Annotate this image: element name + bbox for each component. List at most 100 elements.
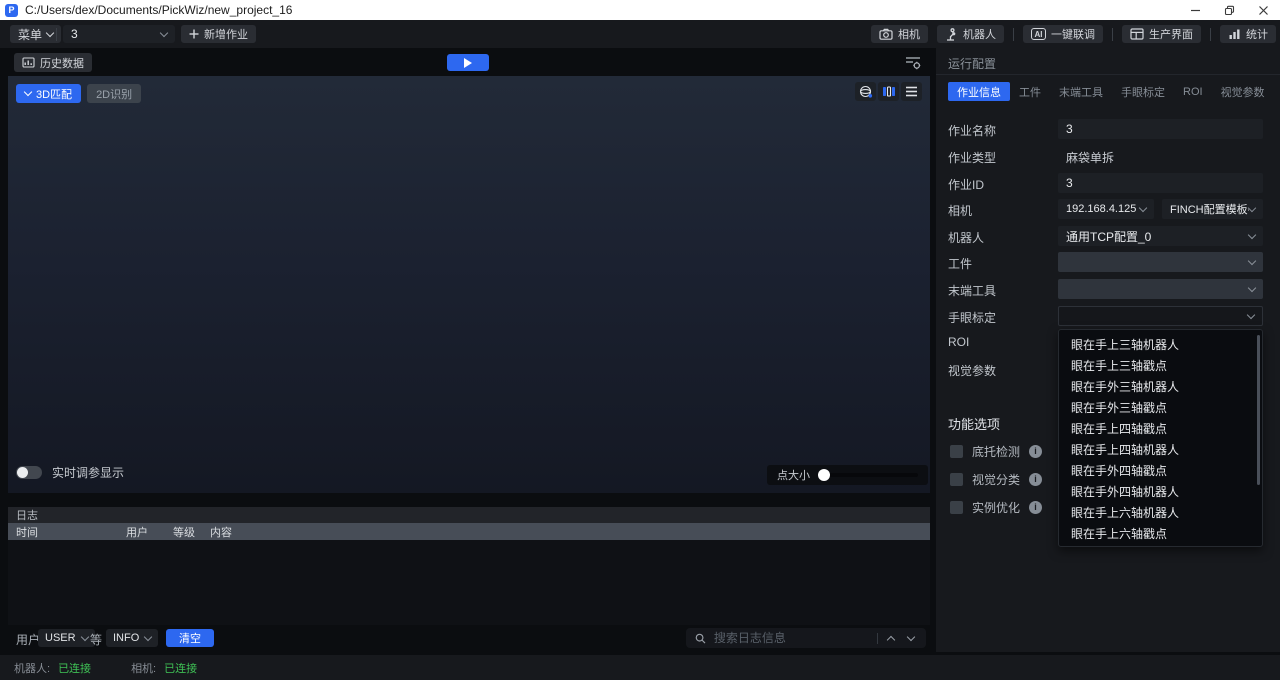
dropdown-option[interactable]: 眼在手外三轴机器人 — [1059, 376, 1262, 397]
log-user-label: 用户 — [16, 631, 40, 648]
info-icon[interactable]: i — [1029, 501, 1042, 514]
workpiece-select[interactable] — [1058, 252, 1263, 272]
search-next-icon[interactable] — [905, 637, 917, 640]
camera-template-select[interactable]: FINCH配置模板- — [1162, 199, 1263, 219]
chevron-down-icon — [46, 28, 54, 36]
chevron-down-icon — [1248, 256, 1256, 264]
app-logo-icon: P — [5, 4, 18, 17]
vision-classify-label: 视觉分类 — [972, 471, 1020, 488]
dropdown-option[interactable]: 眼在手上三轴机器人 — [1059, 334, 1262, 355]
tab-roi[interactable]: ROI — [1174, 82, 1212, 101]
ai-tune-label: 一键联调 — [1051, 26, 1095, 42]
dropdown-option[interactable]: 眼在手上四轴机器人 — [1059, 439, 1262, 460]
tab-job-info[interactable]: 作业信息 — [948, 82, 1010, 101]
dropdown-option[interactable]: 眼在手上六轴机器人 — [1059, 502, 1262, 523]
dropdown-option[interactable]: 眼在手上六轴戳点 — [1059, 523, 1262, 544]
camera-ip-select[interactable]: 192.168.4.125 — [1058, 199, 1154, 219]
dropdown-option[interactable]: 眼在手上四轴戳点 — [1059, 418, 1262, 439]
field-job-id: 作业ID — [936, 173, 1280, 193]
workpiece-field-label: 工件 — [948, 255, 972, 272]
production-screen-button[interactable]: 生产界面 — [1122, 25, 1201, 43]
minimize-icon[interactable] — [1178, 0, 1212, 20]
viewport-tools — [855, 82, 922, 101]
field-camera: 相机 192.168.4.125 FINCH配置模板- — [936, 199, 1280, 219]
hand-eye-dropdown-menu: 眼在手上三轴机器人 眼在手上三轴戳点 眼在手外三轴机器人 眼在手外三轴戳点 眼在… — [1058, 329, 1263, 547]
job-name-input[interactable] — [1058, 119, 1263, 139]
toolbar-divider — [1210, 28, 1211, 41]
play-icon — [464, 58, 472, 68]
log-level-label: 等 — [90, 631, 102, 648]
log-user-filter[interactable]: USER — [38, 629, 95, 647]
job-id-input[interactable] — [1058, 173, 1263, 193]
search-prev-icon[interactable] — [886, 634, 898, 643]
camera-button[interactable]: 相机 — [871, 25, 928, 43]
tab-end-tool[interactable]: 末端工具 — [1050, 82, 1112, 101]
log-col-content: 内容 — [210, 524, 232, 540]
instance-optimize-checkbox[interactable] — [950, 501, 963, 514]
filter-gear-icon — [905, 55, 921, 70]
point-size-control: 点大小 — [767, 465, 928, 485]
stats-icon — [1228, 28, 1241, 40]
log-table-header: 时间 用户 等级 内容 — [8, 523, 930, 540]
robot-config-select[interactable]: 通用TCP配置_0 — [1058, 226, 1263, 246]
robot-button-label: 机器人 — [963, 26, 996, 42]
job-select[interactable]: 3 — [63, 25, 175, 43]
feature-row-vision-classify: 视觉分类 i — [950, 472, 1042, 486]
history-data-button[interactable]: 历史数据 — [14, 53, 92, 72]
add-job-button[interactable]: 新增作业 — [181, 25, 256, 43]
hand-eye-select[interactable] — [1058, 306, 1263, 326]
log-col-level: 等级 — [173, 524, 210, 540]
stats-button-label: 统计 — [1246, 26, 1268, 42]
tab-3d-match[interactable]: 3D匹配 — [16, 84, 81, 103]
tab-vision-params[interactable]: 视觉参数 — [1212, 82, 1274, 101]
pointcloud-view-icon[interactable] — [855, 82, 876, 101]
stats-button[interactable]: 统计 — [1220, 25, 1276, 43]
menu-button[interactable]: 菜单 — [10, 25, 61, 43]
tab-2d-recognition[interactable]: 2D识别 — [87, 84, 141, 103]
dropdown-option[interactable]: 眼在手外四轴戳点 — [1059, 460, 1262, 481]
viewport-menu-icon[interactable] — [901, 82, 922, 101]
tab-workpiece[interactable]: 工件 — [1010, 82, 1050, 101]
run-button[interactable] — [447, 54, 489, 71]
plus-icon — [189, 29, 199, 39]
toolbar-divider — [1112, 28, 1113, 41]
close-icon[interactable] — [1246, 0, 1280, 20]
restore-icon[interactable] — [1212, 0, 1246, 20]
camera-button-label: 相机 — [898, 26, 920, 42]
feature-row-pallet-detect: 底托检测 i — [950, 444, 1042, 458]
point-size-slider[interactable] — [818, 473, 918, 477]
robot-button[interactable]: 机器人 — [937, 25, 1004, 43]
dropdown-scrollbar[interactable] — [1257, 335, 1260, 485]
ai-tune-button[interactable]: AI 一键联调 — [1023, 25, 1103, 43]
field-job-type: 作业类型 麻袋单拆 — [936, 146, 1280, 166]
camera-view-icon[interactable] — [878, 82, 899, 101]
tab-2d-recognition-label: 2D识别 — [96, 86, 132, 102]
log-table-body[interactable] — [8, 540, 930, 625]
3d-viewport[interactable]: 3D匹配 2D识别 — [8, 76, 930, 493]
dropdown-option[interactable]: 眼在手外四轴机器人 — [1059, 481, 1262, 502]
instance-optimize-label: 实例优化 — [972, 499, 1020, 516]
log-search-input[interactable] — [714, 631, 869, 645]
dropdown-option[interactable]: 眼在手外三轴戳点 — [1059, 397, 1262, 418]
clear-log-label: 清空 — [179, 630, 201, 646]
vision-classify-checkbox[interactable] — [950, 473, 963, 486]
dropdown-option[interactable]: 眼在手上三轴戳点 — [1059, 355, 1262, 376]
log-col-time: 时间 — [8, 524, 126, 540]
log-level-filter[interactable]: INFO — [106, 629, 158, 647]
slider-knob[interactable] — [818, 469, 830, 481]
end-tool-select[interactable] — [1058, 279, 1263, 299]
log-title-text: 日志 — [16, 507, 38, 523]
tab-3d-match-label: 3D匹配 — [36, 86, 72, 102]
clear-log-button[interactable]: 清空 — [166, 629, 214, 647]
pallet-detect-checkbox[interactable] — [950, 445, 963, 458]
info-icon[interactable]: i — [1029, 445, 1042, 458]
end-tool-field-label: 末端工具 — [948, 282, 996, 299]
robot-arm-icon — [945, 28, 958, 41]
info-icon[interactable]: i — [1029, 473, 1042, 486]
main-toolbar: 菜单 3 新增作业 相机 机器人 — [0, 20, 1280, 48]
log-panel-title: 日志 — [8, 507, 930, 523]
tab-hand-eye[interactable]: 手眼标定 — [1112, 82, 1174, 101]
realtime-toggle[interactable] — [16, 466, 42, 479]
window-controls — [1178, 0, 1280, 20]
display-settings-button[interactable] — [902, 53, 924, 72]
